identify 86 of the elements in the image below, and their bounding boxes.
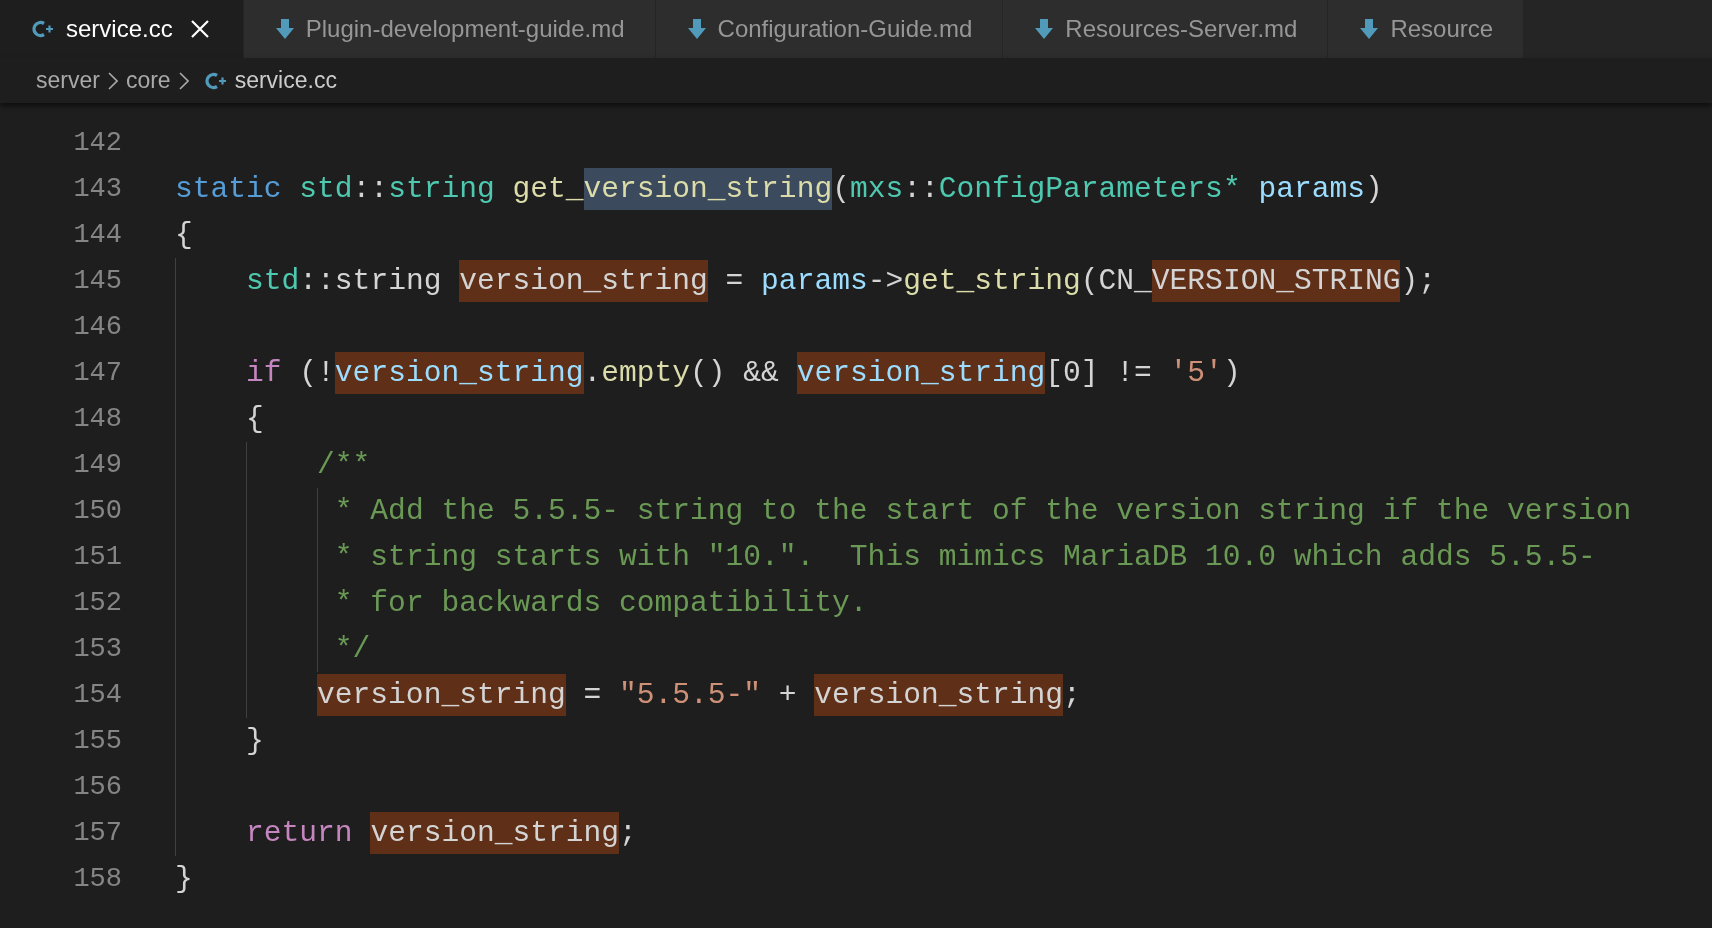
code-token: (! — [298, 355, 335, 392]
code-token: ; — [1063, 677, 1081, 714]
code-token: static — [175, 171, 283, 208]
code-token: * Add the 5.5.5- string to the start of the version string if the version — [334, 493, 1632, 530]
code-token: if — [246, 355, 282, 392]
line-number: 154 — [72, 680, 122, 710]
code-token: [0] != — [1045, 355, 1153, 392]
code-token: ) — [1222, 355, 1241, 392]
line-number: 143 — [72, 174, 122, 204]
line-number: 145 — [72, 266, 122, 296]
line-number: 158 — [72, 864, 122, 894]
editor-tab[interactable]: Resource — [1328, 0, 1525, 58]
code-token: :: — [352, 171, 389, 208]
code-token: mxs — [849, 171, 904, 208]
line-number: 148 — [72, 404, 122, 434]
highlighted-code-token: version_string — [334, 352, 584, 394]
code-token: ( — [832, 171, 850, 208]
code-token: ) — [1365, 171, 1383, 208]
code-token: () && — [690, 355, 780, 392]
code-token: * — [1222, 171, 1242, 208]
code-token: } — [246, 723, 264, 760]
line-number: 151 — [72, 542, 122, 572]
line-number: 155 — [72, 726, 122, 756]
selected-code-token: version_string — [583, 168, 833, 210]
breadcrumb-item[interactable]: server — [36, 67, 100, 94]
line-number: 149 — [72, 450, 122, 480]
line-number: 142 — [72, 128, 122, 158]
code-token: /** — [317, 447, 371, 484]
code-token: std — [299, 171, 353, 208]
editor-tab[interactable]: Configuration-Guide.md — [655, 0, 1004, 58]
code-token: get_ — [512, 171, 584, 208]
line-number: 150 — [72, 496, 122, 526]
cpp-file-icon — [204, 70, 227, 91]
code-token: ; — [619, 815, 637, 852]
download-arrow-icon — [275, 18, 294, 40]
line-number: 157 — [72, 818, 122, 848]
chevron-right-icon — [107, 71, 118, 90]
line-number: 144 — [72, 220, 122, 250]
chevron-right-icon — [178, 71, 189, 90]
line-number: 153 — [72, 634, 122, 664]
line-number: 147 — [72, 358, 122, 388]
code-token: string — [388, 171, 496, 208]
line-number: 156 — [72, 772, 122, 802]
code-token: { — [246, 401, 264, 438]
highlighted-code-token: VERSION_STRING — [1151, 260, 1401, 302]
download-arrow-icon — [1360, 18, 1379, 40]
line-number: 152 — [72, 588, 122, 618]
code-token: get_string — [903, 263, 1081, 300]
code-token: '5' — [1169, 355, 1223, 392]
code-token: -> — [867, 263, 904, 300]
code-token: params — [1258, 171, 1365, 208]
code-token: CN_ — [1098, 263, 1152, 300]
highlighted-code-token: version_string — [459, 260, 708, 302]
code-token: = — [582, 677, 603, 714]
code-token: return — [246, 815, 354, 852]
breadcrumb-item[interactable]: core — [125, 67, 171, 94]
code-token: } — [175, 861, 193, 898]
code-token: params — [761, 263, 868, 300]
code-token: * for backwards compatibility. — [334, 585, 868, 622]
code-token: "5.5.5-" — [619, 677, 762, 714]
line-number: 146 — [72, 312, 122, 342]
highlighted-code-token: version_string — [796, 352, 1046, 394]
code-token: { — [175, 217, 193, 254]
editor-tab[interactable]: Plugin-development-guide.md — [243, 0, 656, 58]
cpp-file-icon — [32, 19, 54, 39]
editor-tab[interactable]: service.cc — [0, 0, 244, 58]
highlighted-code-token: version_string — [317, 674, 566, 716]
code-token: ); — [1400, 263, 1436, 300]
code-token: */ — [334, 631, 371, 668]
code-token: ( — [1080, 263, 1099, 300]
code-token: . — [583, 355, 602, 392]
code-token: std — [246, 263, 300, 300]
download-arrow-icon — [1035, 18, 1054, 40]
code-token: + — [777, 677, 798, 714]
highlighted-code-token: version_string — [370, 812, 619, 854]
code-token: string — [334, 263, 443, 300]
breadcrumb-item[interactable]: service.cc — [234, 67, 337, 94]
code-token: * string starts with "10.". This mimics MariaDB 10.0 which adds 5.5.5- — [334, 539, 1596, 576]
download-arrow-icon — [687, 18, 706, 40]
editor-tab[interactable]: Resources-Server.md — [1003, 0, 1329, 58]
code-token: ConfigParameters — [938, 171, 1223, 208]
code-token: :: — [903, 171, 939, 208]
code-token: empty — [601, 355, 691, 392]
code-token: = — [724, 263, 745, 300]
code-token: :: — [299, 263, 335, 300]
highlighted-code-token: version_string — [814, 674, 1063, 716]
